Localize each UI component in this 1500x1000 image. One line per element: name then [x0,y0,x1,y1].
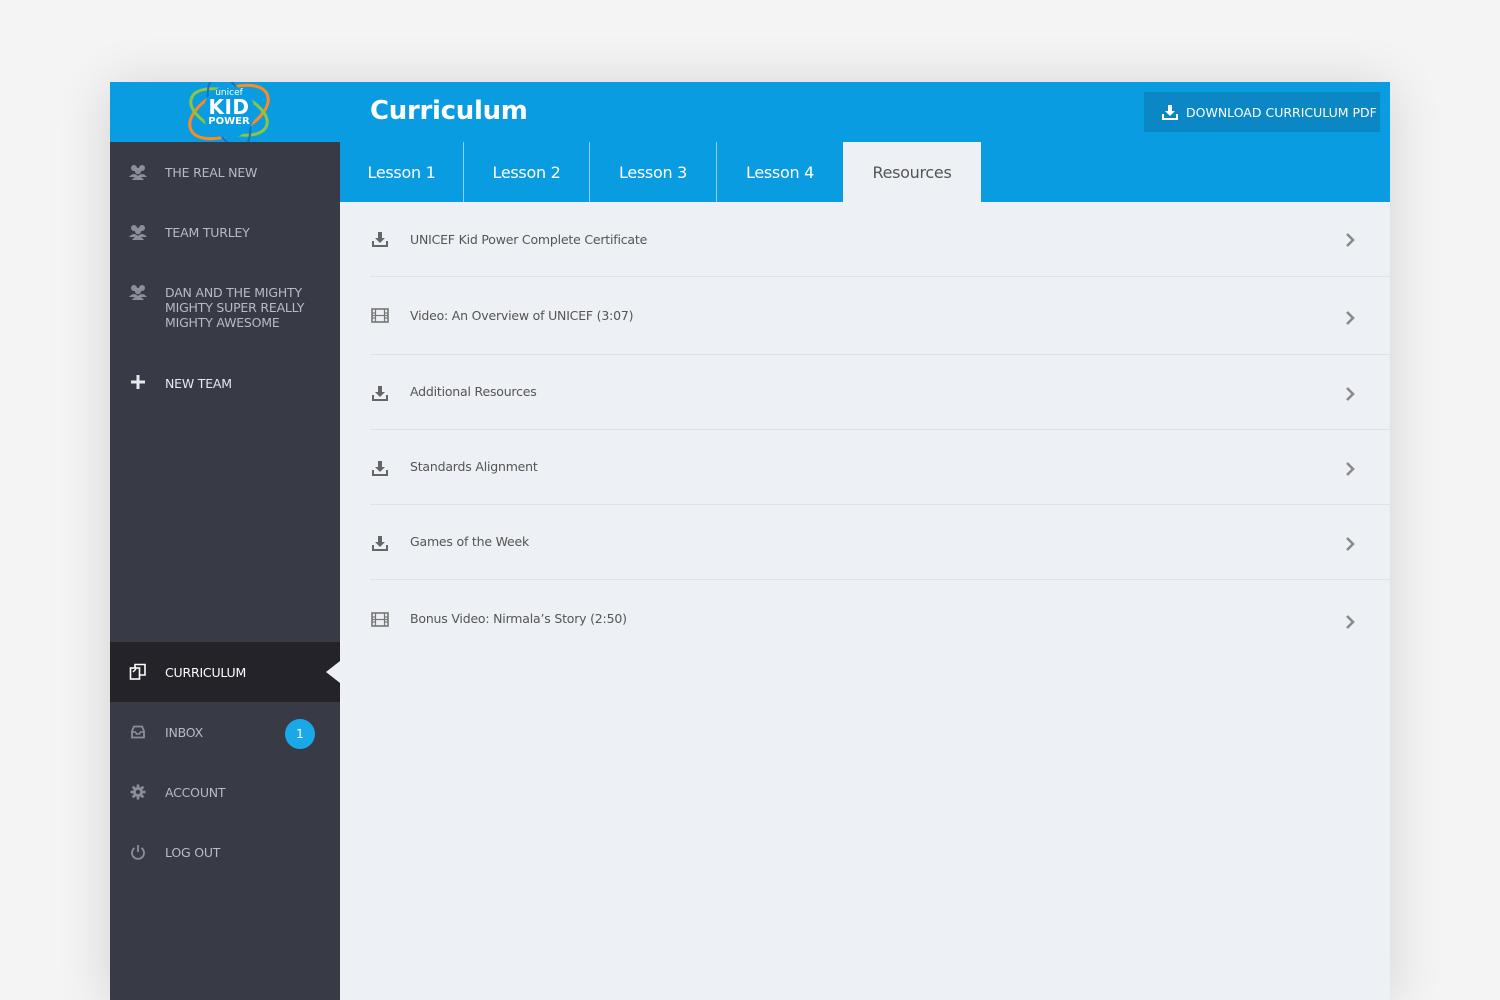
tab-lesson-4[interactable]: Lesson 4 [717,142,843,202]
resource-label: Bonus Video: Nirmala’s Story (2:50) [410,611,627,626]
resources-list: UNICEF Kid Power Complete Certificate Vi… [340,202,1390,1000]
download-icon [370,459,390,477]
sidebar-item-label: LOG OUT [165,845,221,860]
sidebar-item-account[interactable]: ACCOUNT [110,762,340,822]
label-line: MIGHTY AWESOME [165,315,280,330]
header: Curriculum DOWNLOAD CURRICULUM PDF Lesso… [340,82,1390,202]
users-icon [128,283,148,301]
chevron-right-icon [1344,386,1356,402]
chevron-right-icon [1344,232,1356,248]
app-window: unicef KID POWER THE REAL NEW TEAM TURLE… [110,82,1390,1000]
chevron-right-icon [1344,614,1356,630]
sidebar-item-the-real-new[interactable]: THE REAL NEW [110,142,340,202]
users-icon [128,163,148,181]
list-item[interactable]: Games of the Week [370,505,1390,580]
label-line: DAN AND THE MIGHTY [165,285,302,300]
sidebar: unicef KID POWER THE REAL NEW TEAM TURLE… [110,82,340,1000]
list-item[interactable]: Bonus Video: Nirmala’s Story (2:50) [370,580,1390,660]
chevron-right-icon [1344,310,1356,326]
sidebar-item-team-turley[interactable]: TEAM TURLEY [110,202,340,262]
chevron-right-icon [1344,461,1356,477]
users-icon [128,223,148,241]
sidebar-item-label: DAN AND THE MIGHTY MIGHTY SUPER REALLY M… [165,285,304,330]
download-icon [1162,104,1178,120]
tab-resources[interactable]: Resources [843,142,981,202]
sidebar-item-label: THE REAL NEW [165,165,258,180]
resource-label: Additional Resources [410,384,537,399]
sidebar-item-curriculum[interactable]: CURRICULUM [110,642,340,702]
sidebar-item-label: INBOX [165,725,203,740]
download-icon [370,230,390,248]
logo-area[interactable]: unicef KID POWER [110,82,340,142]
lesson-tabs: Lesson 1 Lesson 2 Lesson 3 Lesson 4 Reso… [340,142,1390,202]
download-curriculum-pdf-button[interactable]: DOWNLOAD CURRICULUM PDF [1144,92,1380,132]
resource-label: Standards Alignment [410,459,538,474]
kid-power-logo[interactable]: unicef KID POWER [172,82,286,142]
sidebar-item-label: TEAM TURLEY [165,225,250,240]
logo-power-text: POWER [208,116,250,127]
curriculum-icon [128,663,148,681]
tab-lesson-2[interactable]: Lesson 2 [464,142,589,202]
sidebar-item-log-out[interactable]: LOG OUT [110,822,340,882]
resource-label: Games of the Week [410,534,530,549]
tab-lesson-3[interactable]: Lesson 3 [590,142,716,202]
list-item[interactable]: Video: An Overview of UNICEF (3:07) [370,277,1390,355]
sidebar-item-label: CURRICULUM [165,665,247,680]
inbox-icon [128,723,148,741]
label-line: MIGHTY SUPER REALLY [165,300,305,315]
sidebar-item-dan-and-the-mighty[interactable]: DAN AND THE MIGHTY MIGHTY SUPER REALLY M… [110,262,340,352]
gear-icon [128,783,148,801]
resource-label: Video: An Overview of UNICEF (3:07) [410,308,634,323]
sidebar-item-label: NEW TEAM [165,376,232,391]
sidebar-item-inbox[interactable]: INBOX 1 [110,702,340,762]
chevron-right-icon [1344,536,1356,552]
tab-lesson-1[interactable]: Lesson 1 [340,142,463,202]
page-title: Curriculum [370,96,528,126]
download-button-label: DOWNLOAD CURRICULUM PDF [1186,104,1377,120]
power-icon [128,843,148,861]
list-item[interactable]: Additional Resources [370,355,1390,430]
list-item[interactable]: Standards Alignment [370,430,1390,505]
film-icon [370,306,390,324]
sidebar-item-label: ACCOUNT [165,785,226,800]
sidebar-item-new-team[interactable]: NEW TEAM [110,353,340,413]
list-item[interactable]: UNICEF Kid Power Complete Certificate [370,202,1390,277]
plus-icon [128,373,148,391]
resource-label: UNICEF Kid Power Complete Certificate [410,232,648,247]
film-icon [370,610,390,628]
inbox-count-badge: 1 [285,719,315,749]
download-icon [370,384,390,402]
download-icon [370,534,390,552]
